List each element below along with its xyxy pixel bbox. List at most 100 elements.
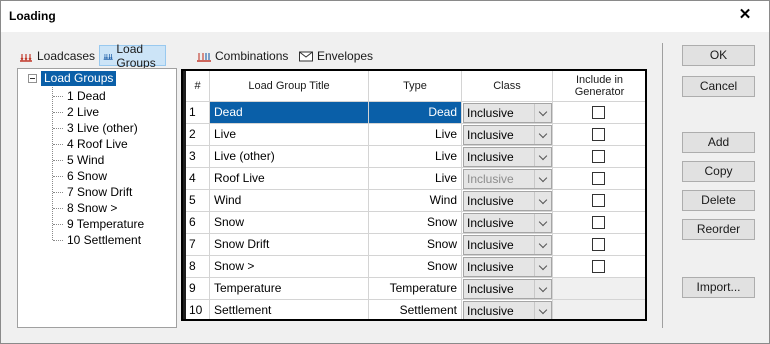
type-cell[interactable]: Snow	[369, 234, 462, 256]
load-group-title-cell[interactable]: Temperature	[210, 278, 369, 300]
chevron-down-icon[interactable]	[534, 280, 551, 298]
table-row[interactable]: 9 Temperature Temperature Inclusive	[186, 278, 645, 300]
include-in-generator-checkbox[interactable]	[592, 238, 605, 251]
class-dropdown[interactable]: Inclusive	[463, 191, 552, 211]
load-group-title-cell[interactable]: Roof Live	[210, 168, 369, 190]
row-number[interactable]: 1	[186, 102, 210, 124]
class-dropdown[interactable]: Inclusive	[463, 279, 552, 299]
row-number[interactable]: 8	[186, 256, 210, 278]
table-row[interactable]: 3 Live (other) Live Inclusive	[186, 146, 645, 168]
table-row[interactable]: 10 Settlement Settlement Inclusive	[186, 300, 645, 319]
type-cell[interactable]: Wind	[369, 190, 462, 212]
ok-button[interactable]: OK	[682, 45, 755, 66]
table-row[interactable]: 5 Wind Wind Inclusive	[186, 190, 645, 212]
load-group-title-cell[interactable]: Snow	[210, 212, 369, 234]
type-cell[interactable]: Temperature	[369, 278, 462, 300]
row-number[interactable]: 5	[186, 190, 210, 212]
include-in-generator-cell	[553, 168, 645, 190]
tree-item[interactable]: 9 Temperature	[53, 216, 144, 232]
add-button[interactable]: Add	[682, 132, 755, 153]
reorder-button[interactable]: Reorder	[682, 219, 755, 240]
chevron-down-icon[interactable]	[534, 302, 551, 319]
table-row[interactable]: 6 Snow Snow Inclusive	[186, 212, 645, 234]
cancel-button[interactable]: Cancel	[682, 76, 755, 97]
class-dropdown[interactable]: Inclusive	[463, 147, 552, 167]
type-cell[interactable]: Settlement	[369, 300, 462, 319]
class-dropdown[interactable]: Inclusive	[463, 125, 552, 145]
class-dropdown[interactable]: Inclusive	[463, 213, 552, 233]
tab-combinations[interactable]: Combinations	[193, 45, 292, 66]
tree-root-label[interactable]: Load Groups	[41, 71, 117, 86]
chevron-down-icon	[534, 170, 551, 188]
class-dropdown-value: Inclusive	[467, 194, 514, 208]
delete-button[interactable]: Delete	[682, 190, 755, 211]
load-group-title-cell[interactable]: Wind	[210, 190, 369, 212]
class-dropdown[interactable]: Inclusive	[463, 235, 552, 255]
tree-item[interactable]: 3 Live (other)	[53, 120, 138, 136]
load-group-title-cell[interactable]: Snow Drift	[210, 234, 369, 256]
chevron-down-icon[interactable]	[534, 258, 551, 276]
load-group-title-cell[interactable]: Settlement	[210, 300, 369, 319]
collapse-icon[interactable]	[28, 74, 37, 83]
tree-item-label: 5 Wind	[67, 153, 105, 167]
close-icon[interactable]: ✕	[737, 6, 753, 24]
include-in-generator-checkbox[interactable]	[592, 260, 605, 273]
tab-envelopes[interactable]: Envelopes	[295, 45, 377, 66]
load-group-title-cell[interactable]: Live (other)	[210, 146, 369, 168]
chevron-down-icon[interactable]	[534, 126, 551, 144]
tree-item[interactable]: 6 Snow	[53, 168, 107, 184]
include-in-generator-checkbox[interactable]	[592, 172, 605, 185]
table-row[interactable]: 4 Roof Live Live Inclusive	[186, 168, 645, 190]
type-cell[interactable]: Live	[369, 124, 462, 146]
tree-root[interactable]: Load Groups	[28, 71, 117, 86]
load-group-title-cell[interactable]: Dead	[210, 102, 369, 124]
tree-item[interactable]: 2 Live	[53, 104, 99, 120]
type-cell[interactable]: Live	[369, 146, 462, 168]
class-dropdown[interactable]: Inclusive	[463, 103, 552, 123]
row-number[interactable]: 2	[186, 124, 210, 146]
row-number[interactable]: 6	[186, 212, 210, 234]
load-groups-grid[interactable]: # Load Group Title Type Class Include in…	[181, 69, 647, 321]
tree-item[interactable]: 8 Snow >	[53, 200, 117, 216]
class-dropdown[interactable]: Inclusive	[463, 257, 552, 277]
include-in-generator-checkbox[interactable]	[592, 128, 605, 141]
type-cell[interactable]: Live	[369, 168, 462, 190]
table-row[interactable]: 1 Dead Dead Inclusive	[186, 102, 645, 124]
load-groups-tree[interactable]: Load Groups 1 Dead 2 Live 3 Live (other)…	[17, 68, 177, 328]
row-number[interactable]: 3	[186, 146, 210, 168]
type-cell[interactable]: Snow	[369, 212, 462, 234]
chevron-down-icon[interactable]	[534, 214, 551, 232]
tree-item[interactable]: 4 Roof Live	[53, 136, 128, 152]
tree-item[interactable]: 5 Wind	[53, 152, 104, 168]
class-cell: Inclusive	[462, 190, 553, 212]
include-in-generator-checkbox[interactable]	[592, 194, 605, 207]
tab-loadcases[interactable]: Loadcases	[15, 45, 99, 66]
include-in-generator-checkbox[interactable]	[592, 106, 605, 119]
class-cell: Inclusive	[462, 212, 553, 234]
type-cell[interactable]: Snow	[369, 256, 462, 278]
tree-item[interactable]: 7 Snow Drift	[53, 184, 132, 200]
table-row[interactable]: 2 Live Live Inclusive	[186, 124, 645, 146]
chevron-down-icon[interactable]	[534, 104, 551, 122]
row-number[interactable]: 7	[186, 234, 210, 256]
row-number[interactable]: 10	[186, 300, 210, 319]
row-number[interactable]: 4	[186, 168, 210, 190]
tab-load-groups[interactable]: Load Groups	[99, 42, 167, 70]
copy-button[interactable]: Copy	[682, 161, 755, 182]
include-in-generator-checkbox[interactable]	[592, 216, 605, 229]
class-dropdown[interactable]: Inclusive	[463, 301, 552, 319]
load-group-title-cell[interactable]: Live	[210, 124, 369, 146]
import-button[interactable]: Import...	[682, 277, 755, 298]
type-cell[interactable]: Dead	[369, 102, 462, 124]
table-row[interactable]: 8 Snow > Snow Inclusive	[186, 256, 645, 278]
table-row[interactable]: 7 Snow Drift Snow Inclusive	[186, 234, 645, 256]
chevron-down-icon[interactable]	[534, 192, 551, 210]
chevron-down-icon[interactable]	[534, 148, 551, 166]
tree-item[interactable]: 1 Dead	[53, 88, 106, 104]
row-number[interactable]: 9	[186, 278, 210, 300]
class-cell: Inclusive	[462, 278, 553, 300]
chevron-down-icon[interactable]	[534, 236, 551, 254]
tree-item[interactable]: 10 Settlement	[53, 232, 141, 248]
load-group-title-cell[interactable]: Snow >	[210, 256, 369, 278]
include-in-generator-checkbox[interactable]	[592, 150, 605, 163]
